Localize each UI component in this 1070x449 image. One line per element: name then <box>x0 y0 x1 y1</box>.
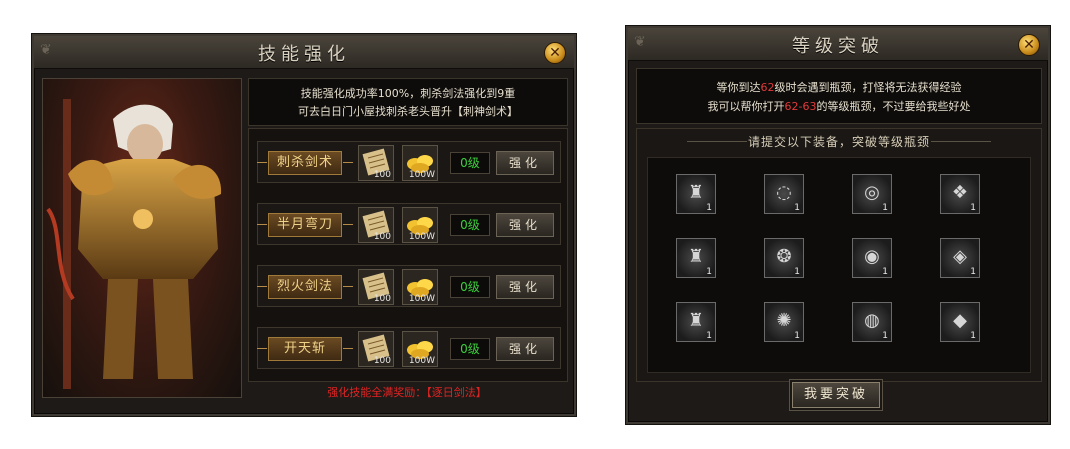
necklace-icon: ◌ <box>776 182 792 203</box>
necklace-icon: ❂ <box>776 246 792 267</box>
armored-warrior-image <box>46 99 222 389</box>
ring-icon: ◎ <box>864 182 880 203</box>
necklace-icon: ✺ <box>776 310 792 331</box>
item-count: 100 <box>373 356 391 366</box>
equipment-slot[interactable]: ♜ 1 <box>676 302 716 342</box>
equipment-slot[interactable]: ◎ 1 <box>852 174 892 214</box>
skill-level: 0级 <box>450 276 490 298</box>
skill-book-slot[interactable]: 100 <box>358 145 394 181</box>
level-range: 62-63 <box>784 100 817 113</box>
item-count: 1 <box>794 267 800 277</box>
skill-book-slot[interactable]: 100 <box>358 269 394 305</box>
skill-name-label: 烈火剑法 <box>257 275 353 299</box>
equipment-grid: ♜ 1 ◌ 1 ◎ 1 ❖ 1 ♜ 1 ❂ 1 ◉ 1 ◈ 1 ♜ 1 ✺ 1 ◍ 1 ◆ 1 <box>647 157 1031 373</box>
skill-level: 0级 <box>450 152 490 174</box>
skill-panel-title: 技能强化 <box>258 44 350 65</box>
skill-panel-close-button[interactable]: ✕ <box>544 42 566 64</box>
ring-icon: ◍ <box>864 310 880 331</box>
equipment-slot[interactable]: ♜ 1 <box>676 174 716 214</box>
skill-name-label: 半月弯刀 <box>257 213 353 237</box>
item-count: 100W <box>408 356 435 366</box>
skill-name-label: 刺杀剑术 <box>257 151 353 175</box>
bracelet-icon: ◆ <box>953 310 967 331</box>
equipment-slot[interactable]: ❂ 1 <box>764 238 804 278</box>
equipment-slot[interactable]: ✺ 1 <box>764 302 804 342</box>
level-number: 62 <box>760 81 775 94</box>
equipment-slot[interactable]: ❖ 1 <box>940 174 980 214</box>
ring-icon: ◉ <box>864 246 880 267</box>
equipment-slot[interactable]: ◈ 1 <box>940 238 980 278</box>
skill-level: 0级 <box>450 338 490 360</box>
gold-slot[interactable]: 100W <box>402 331 438 367</box>
breakthrough-button[interactable]: 我要突破 <box>792 382 880 408</box>
strengthen-button[interactable]: 强化 <box>496 151 554 175</box>
bracelet-icon: ❖ <box>951 182 969 203</box>
description-line-1: 技能强化成功率100%，刺杀剑法强化到9重 <box>300 87 516 100</box>
item-count: 1 <box>970 267 976 277</box>
skill-book-slot[interactable]: 100 <box>358 207 394 243</box>
equipment-slot[interactable]: ◆ 1 <box>940 302 980 342</box>
item-count: 100W <box>408 232 435 242</box>
item-count: 100 <box>373 294 391 304</box>
skill-row: 刺杀剑术 100 100W 0级 强化 <box>257 141 561 183</box>
info-text: 的等级瓶颈，不过要给我些好处 <box>816 100 971 113</box>
item-count: 1 <box>706 267 712 277</box>
item-count: 1 <box>706 331 712 341</box>
skill-level: 0级 <box>450 214 490 236</box>
skill-name-label: 开天斩 <box>257 337 353 361</box>
equipment-slot[interactable]: ◉ 1 <box>852 238 892 278</box>
info-text: 级时会遇到瓶颈，打怪将无法获得经验 <box>774 81 962 94</box>
equipment-slot[interactable]: ◍ 1 <box>852 302 892 342</box>
item-count: 1 <box>882 331 888 341</box>
break-panel-title: 等级突破 <box>792 36 884 57</box>
item-count: 1 <box>794 203 800 213</box>
item-count: 1 <box>970 331 976 341</box>
description-line-2: 可去白日门小屋找刺杀老头晋升【刺神剑术】 <box>298 105 518 118</box>
gold-slot[interactable]: 100W <box>402 269 438 305</box>
divider <box>931 141 991 142</box>
skill-list: 刺杀剑术 100 100W 0级 强化 半月弯刀 100 100W 0级 强化 … <box>248 128 568 382</box>
item-count: 1 <box>882 267 888 277</box>
skill-enhance-panel: ❦ 技能强化 ✕ 技能强化成功率100%，刺杀剑法强化到9重 可去白日门小屋找刺… <box>32 34 576 416</box>
bracelet-icon: ◈ <box>953 246 967 267</box>
skill-panel-titlebar: ❦ 技能强化 ✕ <box>34 36 574 69</box>
item-count: 1 <box>970 203 976 213</box>
level-breakthrough-panel: ❦ 等级突破 ✕ 等你到达62级时会遇到瓶颈，打怪将无法获得经验 我可以帮你打开… <box>626 26 1050 424</box>
info-line-1: 等你到达62级时会遇到瓶颈，打怪将无法获得经验 <box>637 79 1041 95</box>
skill-row: 半月弯刀 100 100W 0级 强化 <box>257 203 561 245</box>
break-panel-titlebar: ❦ 等级突破 ✕ <box>628 28 1048 61</box>
required-equipment-box: 请提交以下装备，突破等级瓶颈 ♜ 1 ◌ 1 ◎ 1 ❖ 1 ♜ 1 ❂ 1 ◉ 1 ◈ 1 ♜ 1 ✺ 1 ◍ 1 ◆ 1 <box>636 128 1042 382</box>
break-panel-close-button[interactable]: ✕ <box>1018 34 1040 56</box>
strengthen-button[interactable]: 强化 <box>496 213 554 237</box>
skill-row: 开天斩 100 100W 0级 强化 <box>257 327 561 369</box>
strengthen-button[interactable]: 强化 <box>496 337 554 361</box>
item-count: 100 <box>373 170 391 180</box>
gold-slot[interactable]: 100W <box>402 207 438 243</box>
gold-slot[interactable]: 100W <box>402 145 438 181</box>
helmet-icon: ♜ <box>687 182 705 203</box>
item-count: 100 <box>373 232 391 242</box>
hero-portrait <box>42 78 242 398</box>
helmet-icon: ♜ <box>687 246 705 267</box>
item-count: 100W <box>408 170 435 180</box>
full-enhance-reward-text: 强化技能全满奖励：【逐日剑法】 <box>327 386 487 399</box>
skill-row: 烈火剑法 100 100W 0级 强化 <box>257 265 561 307</box>
item-count: 100W <box>408 294 435 304</box>
helmet-icon: ♜ <box>687 310 705 331</box>
item-count: 1 <box>882 203 888 213</box>
skill-book-slot[interactable]: 100 <box>358 331 394 367</box>
item-count: 1 <box>706 203 712 213</box>
info-line-2: 我可以帮你打开62-63的等级瓶颈，不过要给我些好处 <box>637 98 1041 114</box>
strengthen-button[interactable]: 强化 <box>496 275 554 299</box>
item-count: 1 <box>794 331 800 341</box>
info-text: 等你到达 <box>716 81 761 94</box>
info-text: 我可以帮你打开 <box>707 100 785 113</box>
equipment-slot[interactable]: ◌ 1 <box>764 174 804 214</box>
breakthrough-info-box: 等你到达62级时会遇到瓶颈，打怪将无法获得经验 我可以帮你打开62-63的等级瓶… <box>636 68 1042 124</box>
skill-description-box: 技能强化成功率100%，刺杀剑法强化到9重 可去白日门小屋找刺杀老头晋升【刺神剑… <box>248 78 568 126</box>
equipment-slot[interactable]: ♜ 1 <box>676 238 716 278</box>
